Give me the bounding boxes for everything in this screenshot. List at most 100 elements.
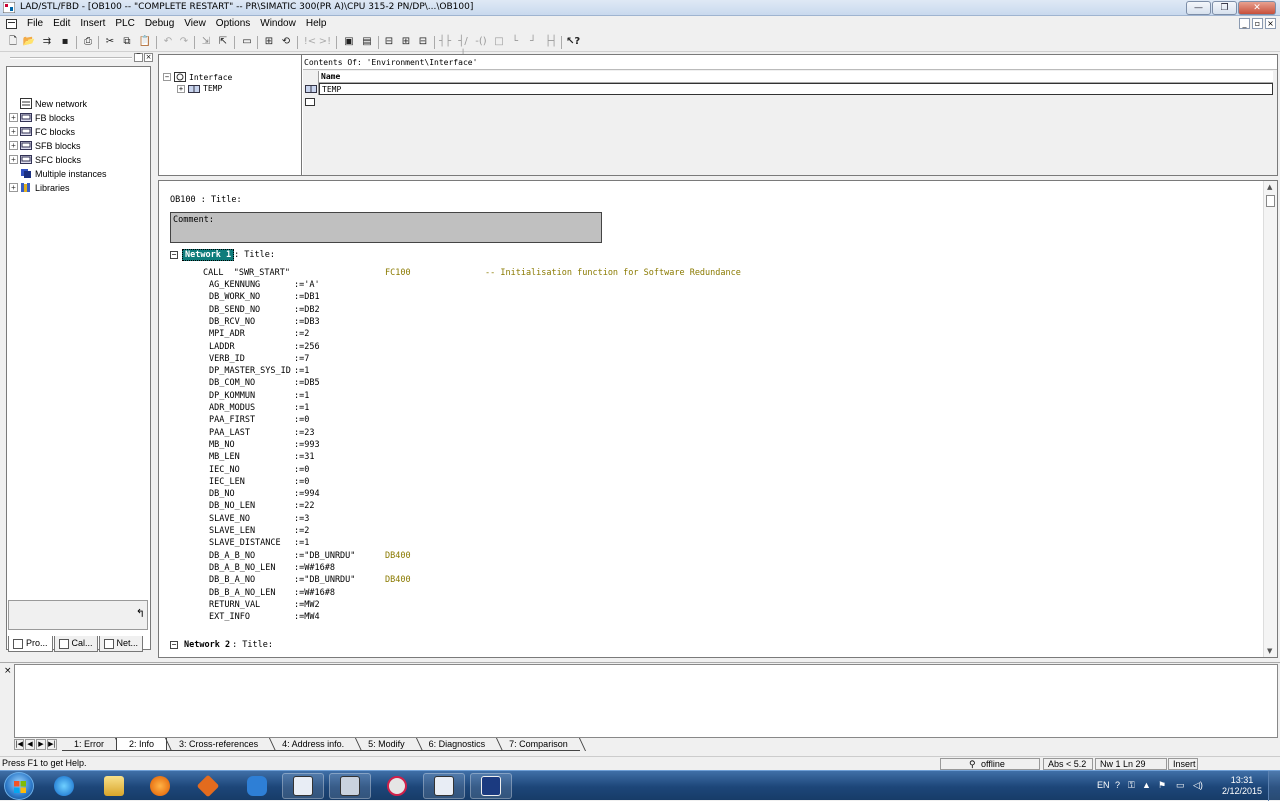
param-value[interactable]: :='A' [294, 280, 320, 290]
param-value[interactable]: :=0 [294, 415, 309, 425]
cell-name[interactable]: TEMP [319, 83, 1273, 95]
accessible-nodes-icon[interactable]: ⇉ [40, 35, 54, 49]
help-tray-icon[interactable]: ? [1115, 780, 1120, 790]
monitor-icon[interactable]: ▭ [240, 35, 254, 49]
menu-plc[interactable]: PLC [110, 17, 139, 30]
param-name[interactable]: DP_KOMMUN [209, 391, 255, 401]
tab-networks[interactable]: Net... [98, 636, 144, 652]
param-value[interactable]: :=MW4 [294, 612, 320, 622]
param-name[interactable]: DB_A_B_NO [209, 551, 255, 561]
param-name[interactable]: DB_B_A_NO_LEN [209, 588, 276, 598]
tree-icon[interactable]: ⊞ [399, 35, 413, 49]
param-value[interactable]: :=DB2 [294, 305, 320, 315]
expand-icon[interactable]: + [177, 84, 185, 93]
network-status-icon[interactable]: ▭ [1176, 780, 1185, 791]
param-name[interactable]: EXT_INFO [209, 612, 250, 622]
param-name[interactable]: PAA_FIRST [209, 415, 255, 425]
start-button[interactable] [4, 772, 34, 800]
action-center-icon[interactable]: ⚑ [1158, 780, 1166, 791]
tree-item-sfc-blocks[interactable]: + SFC blocks [9, 153, 81, 166]
network-2-label[interactable]: Network 2 [182, 640, 232, 650]
param-value[interactable]: :=W#16#8 [294, 563, 335, 573]
taskbar-explorer[interactable] [93, 773, 135, 799]
menu-debug[interactable]: Debug [140, 17, 179, 30]
output-tab[interactable]: 5: Modify [356, 738, 417, 751]
param-value[interactable]: :="DB_UNRDU" [294, 551, 355, 561]
output-tab[interactable]: 1: Error [62, 738, 117, 751]
pane-undock-button[interactable]: ‾ [134, 53, 143, 62]
output-tab[interactable]: 7: Comparison [497, 738, 580, 751]
cut-icon[interactable]: ✂ [103, 35, 117, 49]
copy-icon[interactable]: ⧉ [120, 35, 134, 49]
param-name[interactable]: DB_NO_LEN [209, 501, 255, 511]
param-value[interactable]: :=W#16#8 [294, 588, 335, 598]
taskbar-media-player[interactable] [139, 773, 181, 799]
expand-icon[interactable]: + [9, 113, 18, 122]
param-name[interactable]: DB_RCV_NO [209, 317, 255, 327]
param-value[interactable]: :="DB_UNRDU" [294, 575, 355, 585]
collapse-icon[interactable]: − [163, 73, 171, 81]
param-value[interactable]: :=3 [294, 514, 309, 524]
param-name[interactable]: SLAVE_LEN [209, 526, 255, 536]
param-value[interactable]: :=2 [294, 526, 309, 536]
param-name[interactable]: SLAVE_DISTANCE [209, 538, 281, 548]
close-icon[interactable]: × [4, 666, 12, 676]
coil-icon[interactable]: -() [474, 35, 488, 49]
param-value[interactable]: :=DB1 [294, 292, 320, 302]
scroll-up-icon[interactable]: ▲ [1267, 183, 1272, 191]
menu-edit[interactable]: Edit [48, 17, 75, 30]
output-tab[interactable]: 6: Diagnostics [416, 738, 498, 751]
upload-icon[interactable]: ⇱ [216, 35, 230, 49]
undo-icon[interactable]: ↶ [161, 35, 175, 49]
tab-program-elements[interactable]: Pro... [8, 636, 53, 652]
tab-prev-icon[interactable]: ◀ [25, 738, 35, 750]
network-2-header[interactable]: − Network 2 : Title: [170, 640, 273, 650]
show-hidden-icons[interactable]: ▲ [1142, 780, 1151, 790]
table-row-empty[interactable] [303, 96, 1277, 108]
param-name[interactable]: RETURN_VAL [209, 600, 260, 610]
param-name[interactable]: PAA_LAST [209, 428, 250, 438]
nc-contact-icon[interactable]: ┤/├ [456, 35, 470, 61]
taskbar-app-blue[interactable] [236, 773, 278, 799]
column-header-name[interactable]: Name [319, 71, 1273, 83]
param-name[interactable]: ADR_MODUS [209, 403, 255, 413]
open-branch-icon[interactable]: └ [508, 35, 522, 49]
param-name[interactable]: DB_NO [209, 489, 235, 499]
tree-item-libraries[interactable]: + Libraries [9, 181, 70, 194]
mdi-close-button[interactable]: × [1265, 18, 1276, 29]
menu-options[interactable]: Options [211, 17, 255, 30]
close-branch-icon[interactable]: ┘ [526, 35, 540, 49]
param-name[interactable]: LADDR [209, 342, 235, 352]
editor-vertical-scrollbar[interactable]: ▲ ▼ [1263, 181, 1277, 657]
tab-call-structure[interactable]: Cal... [53, 636, 98, 652]
empty-box-icon[interactable]: □ [492, 35, 506, 49]
param-name[interactable]: MPI_ADR [209, 329, 245, 339]
param-value[interactable]: :=1 [294, 366, 309, 376]
call-statement[interactable]: CALL "SWR_START" [203, 268, 290, 278]
param-value[interactable]: :=994 [294, 489, 320, 499]
param-value[interactable]: :=2 [294, 329, 309, 339]
volume-icon[interactable]: ◁) [1193, 780, 1203, 791]
taskbar-app-red[interactable] [376, 773, 418, 799]
param-name[interactable]: VERB_ID [209, 354, 245, 364]
param-name[interactable]: DB_SEND_NO [209, 305, 260, 315]
taskbar-plc-info[interactable] [470, 773, 512, 799]
menu-window[interactable]: Window [255, 17, 301, 30]
output-pane[interactable] [14, 664, 1278, 738]
network-icon[interactable]: ⊟ [382, 35, 396, 49]
scroll-down-icon[interactable]: ▼ [1267, 647, 1272, 655]
param-name[interactable]: SLAVE_NO [209, 514, 250, 524]
output-tab[interactable]: 2: Info [116, 737, 168, 751]
tree-item-new-network[interactable]: New network [9, 97, 87, 110]
network-1-header[interactable]: − Network 1 : Title: [170, 249, 275, 261]
param-name[interactable]: DB_A_B_NO_LEN [209, 563, 276, 573]
help-preview-icon[interactable]: ↰ [136, 607, 145, 620]
tree-item-fb-blocks[interactable]: + FB blocks [9, 111, 75, 124]
show-desktop-button[interactable] [1268, 771, 1280, 801]
tree-item-interface[interactable]: − Interface [163, 72, 232, 82]
collapse-icon[interactable]: − [170, 641, 178, 649]
program-elements-icon[interactable]: ⊞ [262, 35, 276, 49]
insert-branch-icon[interactable]: ⊟ [416, 35, 430, 49]
overview-icon[interactable]: ▣ [342, 35, 356, 49]
param-name[interactable]: DB_B_A_NO [209, 575, 255, 585]
